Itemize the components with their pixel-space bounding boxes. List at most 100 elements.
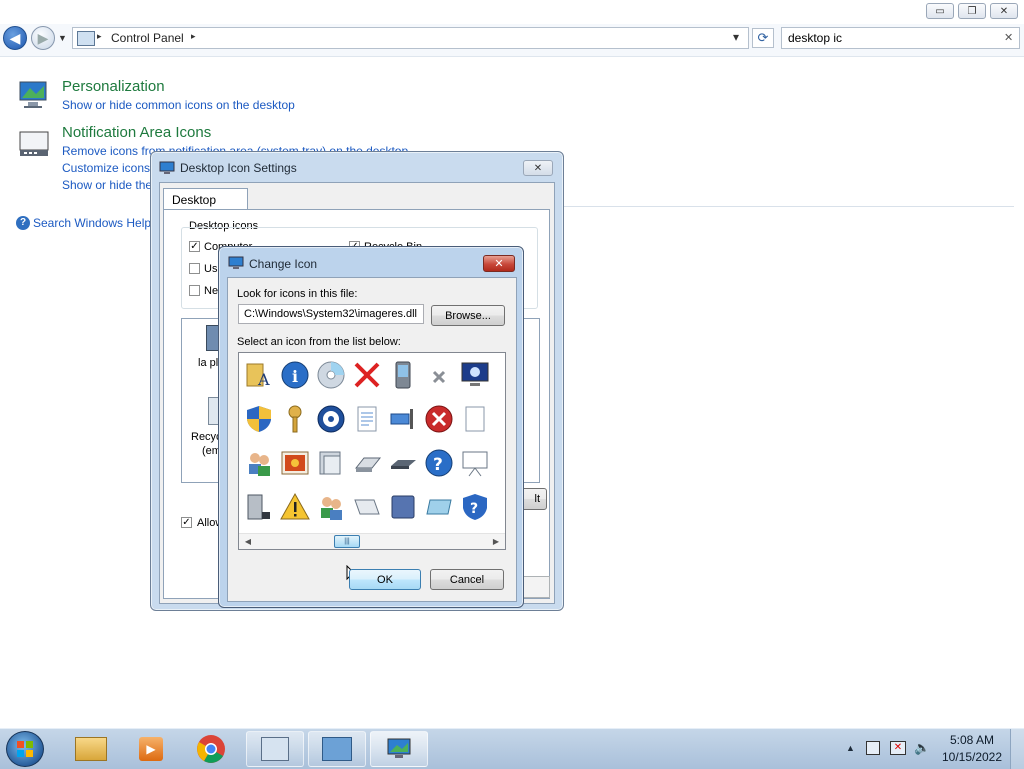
taskbar-desktop-icon-settings[interactable] [370,731,428,767]
breadcrumb-control-panel[interactable]: Control Panel [111,31,184,45]
start-button[interactable] [6,731,44,767]
disc-burn-icon[interactable] [315,403,347,435]
change-icon-dialog: Change Icon ✕ Look for icons in this fil… [218,246,524,608]
icon-label: Recyc [191,431,222,443]
taskbar-system[interactable] [308,731,366,767]
scroll-right-icon[interactable]: ▶ [489,536,503,548]
projector-icon[interactable] [459,447,491,479]
warning-icon[interactable] [279,491,311,523]
taskbar-chrome[interactable] [182,731,240,767]
cancel-button[interactable]: Cancel [430,569,504,590]
pda-icon[interactable] [387,359,419,391]
red-x-icon[interactable] [351,359,383,391]
font-folder-icon[interactable]: A [243,359,275,391]
show-desktop-button[interactable] [1010,729,1024,769]
personalization-icon [18,78,48,113]
error-icon[interactable] [423,403,455,435]
blank-page-icon[interactable] [459,403,491,435]
users-icon[interactable] [243,447,275,479]
monitor-icon[interactable] [459,359,491,391]
address-dropdown-icon[interactable]: ▾ [733,30,739,44]
search-box[interactable]: desktop ic ✕ [781,27,1020,49]
scrollbar-thumb[interactable]: ||| [334,535,360,548]
book-icon[interactable] [387,491,419,523]
photo-icon[interactable] [279,447,311,479]
windows-logo-icon [17,741,33,757]
customize-icons-link[interactable]: Customize icons [62,161,150,175]
taskbar: ▶ ▲ ✕ 🔈 5:08 AM 10/15/2022 [0,728,1024,769]
help-icon[interactable]: ? [423,447,455,479]
change-icon-body: Look for icons in this file: C:\Windows\… [227,277,517,602]
taskbar-control-panel[interactable] [246,731,304,767]
shield-help-icon[interactable]: ? [459,491,491,523]
info-icon[interactable]: i [279,359,311,391]
close-button[interactable]: ✕ [990,3,1018,19]
clock-date[interactable]: 10/15/2022 [940,750,1004,764]
green-shield-edge-icon[interactable] [495,403,505,435]
taskbar-explorer[interactable] [62,731,120,767]
monitor-icon [159,161,175,175]
breadcrumb-separator-icon[interactable]: ▸ [191,31,196,42]
tab-desktop-icons[interactable]: Desktop Icons [163,188,248,221]
small-x-icon[interactable] [423,359,455,391]
shield-edge-icon[interactable] [495,447,505,479]
gallery-icon[interactable] [315,447,347,479]
monitor-icon [228,256,244,270]
svg-text:i: i [292,367,298,386]
document-icon[interactable] [351,403,383,435]
volume-icon[interactable]: 🔈 [914,740,930,756]
dialog-title: Change Icon [249,257,318,271]
server-icon[interactable] [243,491,275,523]
cd-icon[interactable] [315,359,347,391]
taskbar-media-player[interactable]: ▶ [122,731,180,767]
folder-edge-icon[interactable] [495,491,505,523]
breadcrumb-separator-icon[interactable]: ▸ [97,31,102,42]
network-checkbox[interactable] [189,285,200,296]
uac-shield-icon[interactable] [243,403,275,435]
notification-area-title-link[interactable]: Notification Area Icons [62,124,211,141]
control-panel-icon [77,31,95,46]
network-status-icon[interactable]: ✕ [890,741,906,755]
back-arrow-icon: ◀ [9,29,21,46]
show-hide-link[interactable]: Show or hide the [62,178,152,192]
address-bar[interactable]: ▸ Control Panel ▸ ▾ [72,27,749,49]
browse-button[interactable]: Browse... [431,305,505,326]
scroll-left-icon[interactable]: ◀ [241,536,255,548]
refresh-button[interactable]: ⟳ [752,28,774,48]
people-icon[interactable] [315,491,347,523]
ok-button[interactable]: OK [349,569,421,590]
search-windows-help-link[interactable]: Search Windows Help [33,216,151,230]
select-icon-label: Select an icon from the list below: [237,336,401,348]
file-path-input[interactable]: C:\Windows\System32\imageres.dll [238,304,424,324]
allow-themes-checkbox[interactable]: ✓ [181,517,192,528]
forward-button[interactable]: ▶ [31,26,55,50]
sheet-icon[interactable] [351,491,383,523]
minimize-button[interactable]: ▭ [926,3,954,19]
back-button[interactable]: ◀ [3,26,27,50]
key-icon[interactable] [279,403,311,435]
computer-checkbox[interactable]: ✓ [189,241,200,252]
flatbed-icon[interactable] [387,447,419,479]
card-icon[interactable] [423,491,455,523]
system-window-icon [322,737,352,761]
search-input[interactable]: desktop ic [788,31,842,45]
svg-text:?: ? [470,501,478,517]
clear-search-icon[interactable]: ✕ [1004,31,1013,44]
action-center-icon[interactable] [866,741,880,755]
dialog-close-button[interactable]: ✕ [523,160,553,176]
scanner-icon[interactable] [351,447,383,479]
recent-pages-icon[interactable]: ▼ [58,33,67,43]
network-adapter-icon[interactable] [387,403,419,435]
show-hidden-icons-icon[interactable]: ▲ [846,743,855,753]
icon-list[interactable]: Ai?? ◀ ||| ▶ [238,352,506,550]
icon-grid: Ai?? [239,353,505,531]
clock-time[interactable]: 5:08 AM [940,733,1004,747]
restore-button[interactable]: ❐ [958,3,986,19]
horizontal-scrollbar[interactable]: ◀ ||| ▶ [239,533,505,549]
show-hide-desktop-icons-link[interactable]: Show or hide common icons on the desktop [62,98,295,112]
user-files-checkbox[interactable] [189,263,200,274]
shield-edge-icon[interactable] [495,359,505,391]
personalization-title-link[interactable]: Personalization [62,78,165,95]
change-icon-close-button[interactable]: ✕ [483,255,515,272]
forward-arrow-icon: ▶ [37,29,49,46]
